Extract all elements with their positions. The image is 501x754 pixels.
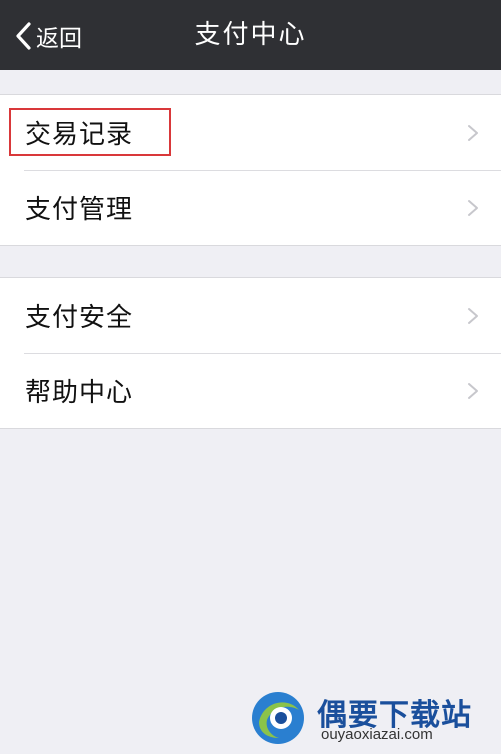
watermark-url: ouyaoxiazai.com — [321, 726, 433, 743]
menu-item-transaction-records[interactable]: 交易记录 — [0, 95, 501, 170]
menu-item-label: 帮助中心 — [25, 378, 134, 408]
navigation-bar: 返回 支付中心 — [0, 0, 501, 70]
menu-item-payment-security[interactable]: 支付安全 — [0, 278, 501, 353]
page-title: 支付中心 — [194, 20, 307, 50]
settings-group-1: 交易记录 支付管理 — [0, 94, 501, 246]
watermark: 偶要下载站 ouyaoxiazai.com — [249, 688, 489, 748]
settings-group-2: 支付安全 帮助中心 — [0, 277, 501, 429]
chevron-right-icon — [468, 307, 478, 324]
menu-item-label: 支付管理 — [25, 195, 134, 225]
chevron-right-icon — [468, 382, 478, 399]
menu-item-help-center[interactable]: 帮助中心 — [0, 353, 501, 428]
menu-item-label: 交易记录 — [25, 120, 134, 150]
menu-item-payment-management[interactable]: 支付管理 — [0, 170, 501, 245]
chevron-right-icon — [468, 124, 478, 141]
site-logo-icon — [252, 692, 304, 744]
chevron-right-icon — [468, 199, 478, 216]
menu-item-label: 支付安全 — [25, 303, 134, 333]
